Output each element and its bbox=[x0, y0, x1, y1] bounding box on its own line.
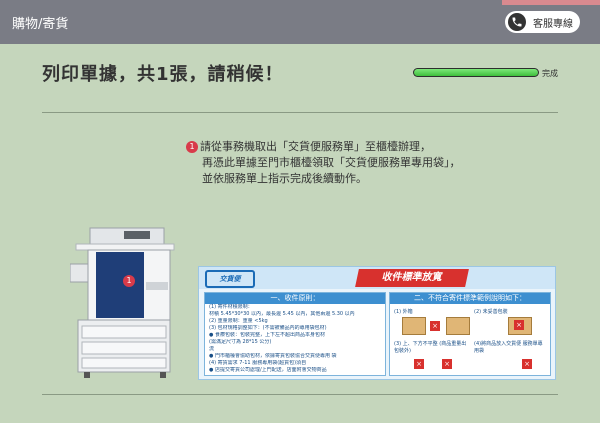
bottom-divider bbox=[42, 394, 558, 395]
cross-icon: × bbox=[414, 359, 424, 369]
example-label: (3) 上、下方不平整 (商品重量出包裝外) bbox=[394, 341, 467, 354]
status-headline: 列印單據，共1張，請稍候！ bbox=[42, 64, 284, 85]
top-bar: 購物/寄貨 客服專線 bbox=[0, 0, 600, 44]
poster-rules-panel: 一、收件原則： (1) 寄件材積限制： 材積 5.45*30*30 以內，最長邊… bbox=[204, 292, 386, 376]
box-icon bbox=[446, 317, 470, 335]
rule-line: ● 食療包裝：包裝完整，上下左不超出商品本身包材 bbox=[209, 332, 325, 338]
example-label: (2) 未妥善包裝 bbox=[474, 309, 508, 315]
rule-line: (4) 寄貨需求 7-11 服務專用袋(超貨包)須自 bbox=[209, 360, 307, 366]
instruction-block: 1 請從事務機取出「交貨便服務單」至櫃檯辦理， 再憑此單據至門市櫃檯領取「交貨便服… bbox=[186, 139, 461, 187]
progress-label: 完成 bbox=[542, 69, 558, 78]
rule-line: (1) 寄件材積限制： bbox=[209, 304, 253, 310]
cross-icon: × bbox=[522, 359, 532, 369]
box-icon bbox=[402, 317, 426, 335]
rule-line: ● 門市櫃檯會協助包材，依據寄貨包裝協合交貨便專用 袋 bbox=[209, 353, 337, 359]
poster-logo: 交貨便 bbox=[205, 270, 255, 288]
instruction-line-2: 再憑此單據至門市櫃檯領取「交貨便服務單專用袋」， bbox=[202, 156, 461, 169]
step-badge: 1 bbox=[186, 141, 198, 153]
instruction-line-1: 1 請從事務機取出「交貨便服務單」至櫃檯辦理， bbox=[186, 139, 461, 155]
poster-examples-header: 二、不符合寄件標準範例說明如下： bbox=[390, 293, 550, 304]
example-label: (4)將商品放入交貨便 服務單專用袋 bbox=[474, 341, 543, 354]
top-accent-strip bbox=[502, 0, 600, 5]
progress-fill bbox=[414, 69, 538, 76]
poster-header: 交貨便 收件標準放寬 bbox=[199, 267, 555, 289]
rule-line: 材積 5.45*30*30 以內，最長邊 5.45 以內，其他兩邊 5.30 以… bbox=[209, 311, 355, 317]
cross-icon: × bbox=[430, 321, 440, 331]
instruction-line-3: 並依服務單上指示完成後續動作。 bbox=[202, 172, 367, 185]
cross-icon: × bbox=[442, 359, 452, 369]
poster-title: 收件標準放寬 bbox=[355, 269, 469, 287]
phone-icon bbox=[508, 13, 526, 31]
progress-bar bbox=[413, 68, 539, 77]
shipping-standard-poster: 交貨便 收件標準放寬 一、收件原則： (1) 寄件材積限制： 材積 5.45*3… bbox=[198, 266, 556, 380]
rule-line: (需滿足尺寸為 28*15 公分) bbox=[209, 339, 272, 345]
example-label: (1) 外箱 bbox=[394, 309, 413, 315]
rule-line: (2) 重量限制：重量 <5kg bbox=[209, 318, 268, 324]
rule-line: 流 bbox=[209, 346, 215, 352]
cross-icon: × bbox=[514, 320, 524, 330]
poster-examples-panel: 二、不符合寄件標準範例說明如下： (1) 外箱 (2) 未妥善包裝 (3) 上、… bbox=[389, 292, 551, 376]
rule-line: (3) 包材規格調整如下：(不需被備品內的專用袋包材) bbox=[209, 325, 327, 331]
top-divider bbox=[42, 112, 558, 113]
poster-rules-header: 一、收件原則： bbox=[205, 293, 385, 304]
rule-line: ● 店提交寄貨公司處理/上門配送，店面附會交物商品 bbox=[209, 367, 327, 373]
printer-illustration bbox=[70, 227, 175, 378]
customer-service-label: 客服專線 bbox=[533, 18, 573, 30]
customer-service-button[interactable]: 客服專線 bbox=[505, 11, 580, 33]
printer-step-badge: 1 bbox=[123, 275, 135, 287]
page-title: 購物/寄貨 bbox=[12, 17, 69, 32]
